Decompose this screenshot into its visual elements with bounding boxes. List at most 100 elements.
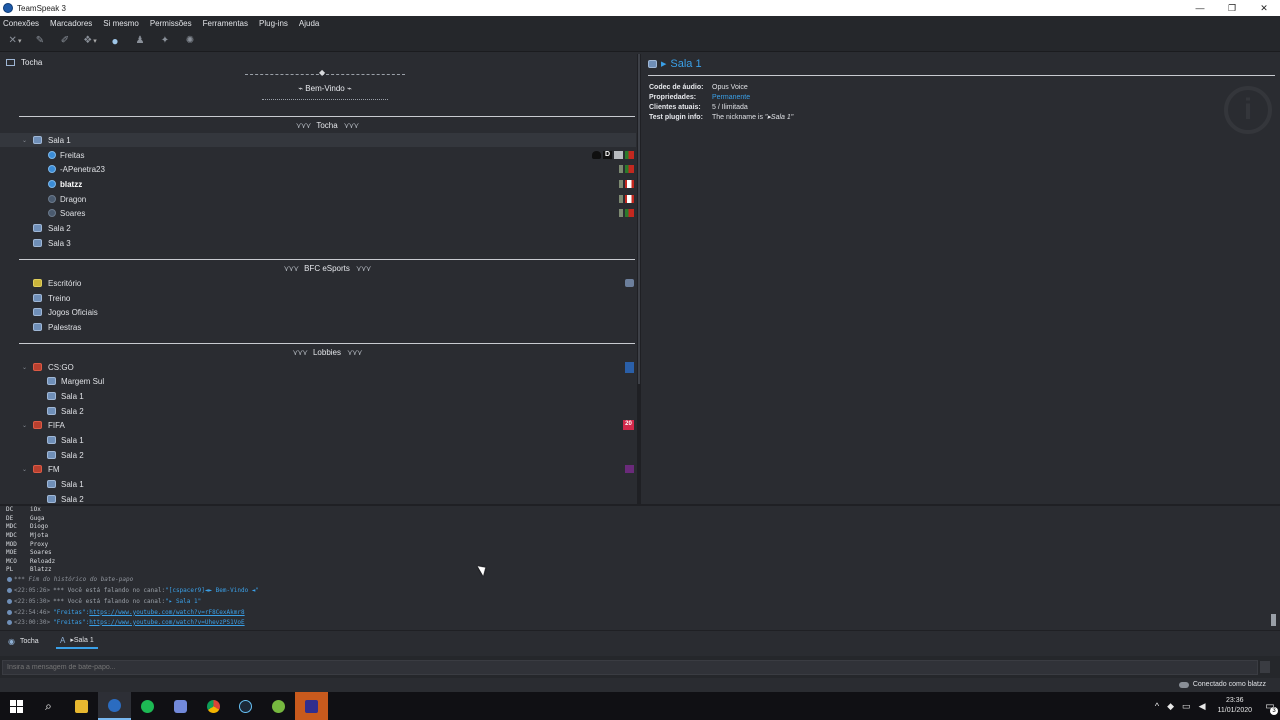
disconnect-icon[interactable]: ✕ — [6, 33, 24, 49]
channel-row[interactable]: Palestras — [0, 320, 636, 334]
notification-count: 3 — [1270, 707, 1278, 715]
client-idle-icon — [48, 209, 56, 217]
notification-icon[interactable]: ▭ 3 — [1260, 692, 1280, 720]
menu-marcadores[interactable]: Marcadores — [50, 19, 92, 28]
client-row[interactable]: blatzz — [0, 177, 636, 191]
menu-ferramentas[interactable]: Ferramentas — [203, 19, 248, 28]
teamspeak-logo-icon — [3, 3, 13, 13]
collapse-caret-icon[interactable]: ⌄ — [22, 364, 27, 371]
volume-icon[interactable]: ◀ — [1199, 701, 1206, 712]
menu-ajuda[interactable]: Ajuda — [299, 19, 319, 28]
channel-icon — [47, 495, 56, 503]
history-end-text: *** Fim do histórico do bate-papo — [14, 575, 134, 583]
channel-row[interactable]: Margem Sul — [0, 374, 636, 388]
connect-icon[interactable]: ✐ — [56, 33, 74, 49]
csgo-icon — [625, 361, 634, 373]
menu-permissoes[interactable]: Permissões — [150, 19, 192, 28]
info-key: Clientes atuais: — [649, 103, 701, 111]
client-row[interactable]: -APenetra23 — [0, 162, 636, 176]
emoji-button[interactable] — [1260, 661, 1270, 673]
client-label: -APenetra23 — [60, 164, 105, 174]
maximize-button[interactable]: ❐ — [1216, 0, 1248, 16]
menu-plugins[interactable]: Plug-ins — [259, 19, 288, 28]
channel-row[interactable]: ⌄ FIFA 20 — [0, 418, 636, 432]
toolbar: ✕ ✎ ✐ ❖ ● ♟ ✦ ✺ — [0, 30, 1280, 52]
minimize-button[interactable]: — — [1184, 0, 1216, 16]
windows-start-icon[interactable] — [0, 692, 33, 720]
file-explorer-icon[interactable] — [65, 692, 98, 720]
channel-row[interactable]: Sala 2 — [0, 404, 636, 418]
chat-url-link[interactable]: https://www.youtube.com/watch?v=UhevzPS1… — [89, 619, 244, 626]
client-label: blatzz — [60, 179, 83, 189]
group-icon — [592, 151, 601, 159]
collapse-caret-icon[interactable]: ⌄ — [22, 466, 27, 473]
chat-input-area — [0, 656, 1280, 678]
obs-icon[interactable] — [295, 692, 328, 720]
chat-bubble-icon[interactable]: ● — [106, 33, 124, 49]
channel-row[interactable]: Sala 1 — [0, 477, 636, 491]
channel-row[interactable]: Sala 1 — [0, 389, 636, 403]
channel-row[interactable]: Jogos Oficiais — [0, 305, 636, 319]
collapse-caret-icon[interactable]: ⌄ — [22, 137, 27, 144]
channel-row[interactable]: Sala 1 — [0, 433, 636, 447]
channel-row[interactable]: Treino — [0, 291, 636, 305]
channel-label: Sala 3 — [48, 238, 71, 248]
teamspeak-icon[interactable] — [98, 692, 131, 720]
menu-si-mesmo[interactable]: Si mesmo — [103, 19, 139, 28]
chat-sender[interactable]: "Freitas": — [53, 619, 89, 626]
channel-row[interactable]: Escritório — [0, 276, 636, 290]
channel-row[interactable]: Sala 3 — [0, 236, 636, 250]
spacer-line — [19, 116, 635, 117]
channel-link[interactable]: "▸ Sala 1" — [165, 598, 201, 605]
welcome-decoration — [245, 68, 405, 77]
channel-row[interactable]: ⌄ Sala 1 — [0, 133, 636, 147]
chevron-up-icon[interactable]: ^ — [1155, 701, 1159, 711]
client-row[interactable]: Freitas D — [0, 148, 636, 162]
away-icon[interactable]: ❖ — [81, 33, 99, 49]
spacer-bfc: ⋎⋎⋎ BFC eSports ⋎⋎⋎ — [283, 264, 372, 273]
avatar-icon[interactable]: ♟ — [131, 33, 149, 49]
chat-url-link[interactable]: https://www.youtube.com/watch?v=rF8CexAk… — [89, 609, 244, 616]
server-root[interactable]: Tocha — [6, 58, 42, 67]
tab-channel[interactable]: A ▸Sala 1 — [56, 633, 98, 649]
tree-scrollbar[interactable] — [637, 54, 641, 504]
chat-scrollbar[interactable] — [1271, 614, 1276, 626]
channel-row[interactable]: Sala 2 — [0, 448, 636, 462]
network-icon[interactable]: ▭ — [1182, 701, 1191, 712]
menu-conexoes[interactable]: Conexões — [3, 19, 39, 28]
chrome-icon[interactable] — [197, 692, 230, 720]
channel-link[interactable]: "[cspacer9]◄► Bem-Vindo ◄" — [165, 587, 259, 594]
info-value-link[interactable]: Permanente — [712, 94, 750, 101]
client-row[interactable]: Soares — [0, 206, 636, 220]
snowflake-icon[interactable]: ✺ — [181, 33, 199, 49]
chat-message-input[interactable] — [2, 660, 1258, 675]
client-talk-icon — [48, 165, 56, 173]
spotify-icon[interactable] — [131, 692, 164, 720]
channel-row[interactable]: Sala 2 — [0, 221, 636, 235]
steam-icon[interactable] — [229, 692, 262, 720]
channel-label: Sala 1 — [48, 135, 71, 145]
close-button[interactable]: ✕ — [1248, 0, 1280, 16]
info-value-text: The nickname is — [712, 114, 765, 121]
channel-row[interactable]: ⌄ CS:GO — [0, 360, 636, 374]
client-badges — [619, 209, 634, 217]
wolf-icon[interactable]: ✦ — [156, 33, 174, 49]
channel-row[interactable]: Sala 2 — [0, 492, 636, 504]
search-icon[interactable]: ⌕ — [32, 692, 65, 720]
utorrent-icon[interactable] — [262, 692, 295, 720]
clock[interactable]: 23:36 11/01/2020 — [1217, 696, 1252, 716]
client-row[interactable]: Dragon — [0, 192, 636, 206]
clock-date: 11/01/2020 — [1217, 707, 1252, 714]
chat-sender[interactable]: "Freitas": — [53, 609, 89, 616]
discord-icon[interactable] — [164, 692, 197, 720]
menu-bar: Conexões Marcadores Si mesmo Permissões … — [0, 16, 1280, 30]
collapse-caret-icon[interactable]: ⌄ — [22, 422, 27, 429]
channel-label: Treino — [48, 293, 71, 303]
channel-icon — [33, 323, 42, 331]
tag-name: Diogo — [30, 523, 49, 530]
channel-row[interactable]: ⌄ FM — [0, 462, 636, 476]
steam-tray-icon[interactable]: ◆ — [1167, 701, 1174, 712]
tab-server[interactable]: ◉ Tocha — [8, 633, 39, 649]
bookmark-icon[interactable]: ✎ — [31, 33, 49, 49]
client-badges — [619, 195, 634, 203]
